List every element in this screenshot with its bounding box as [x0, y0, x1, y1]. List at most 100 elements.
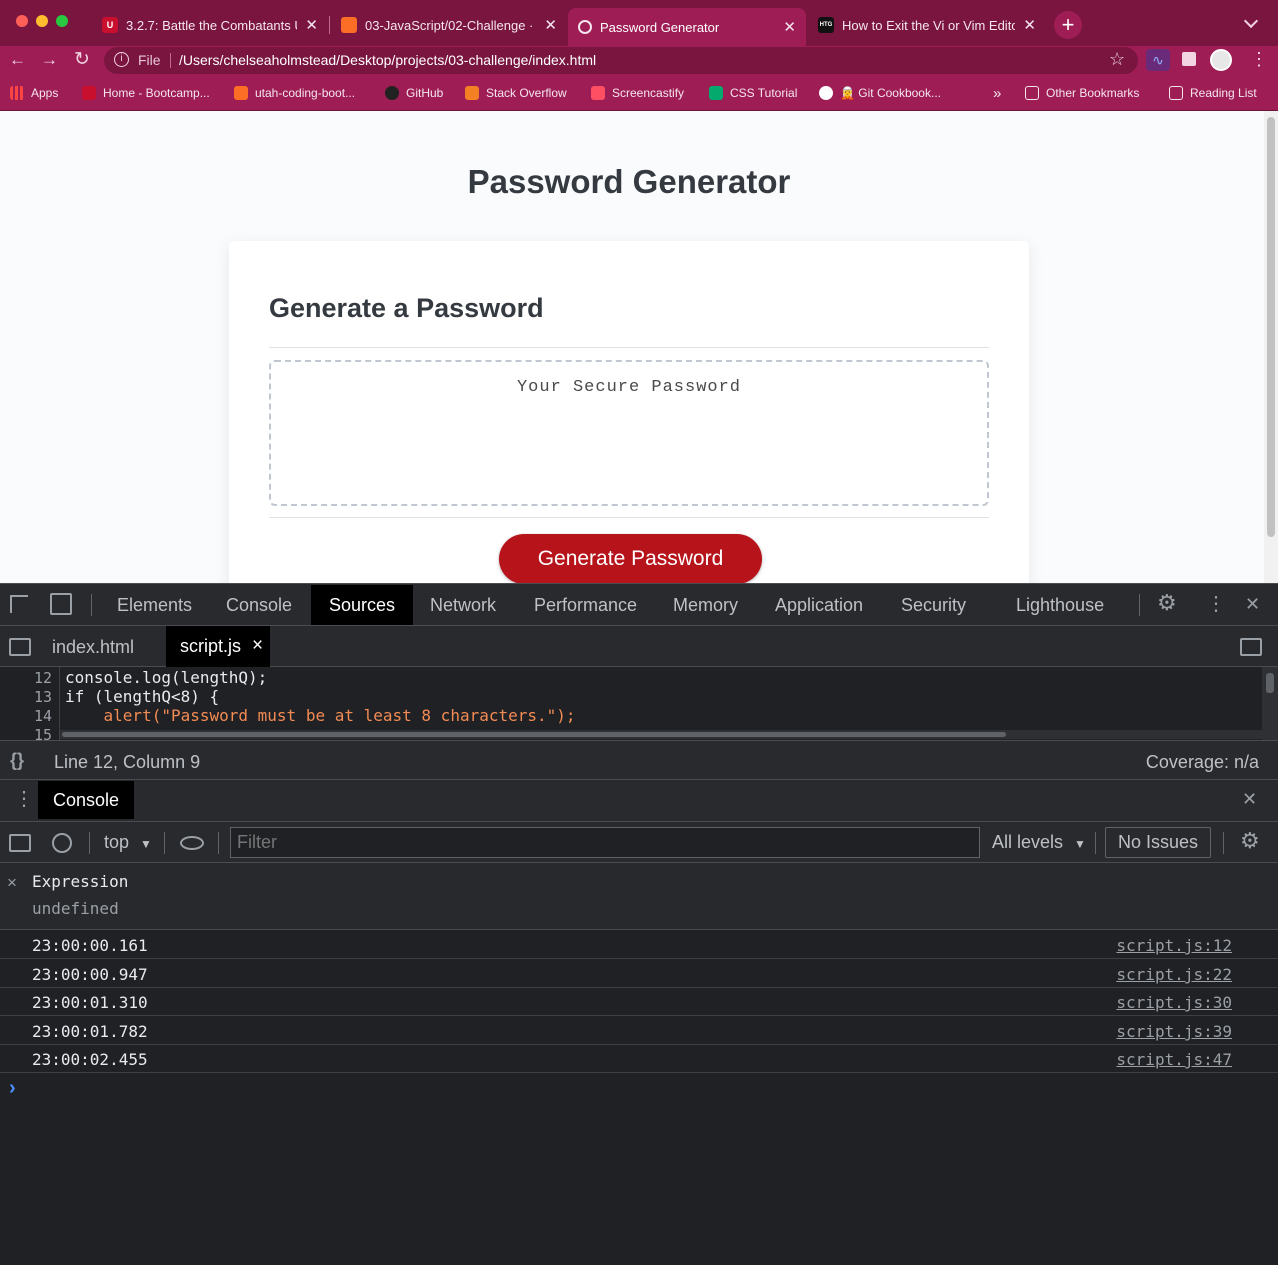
- close-drawer-icon[interactable]: ✕: [1242, 790, 1257, 808]
- browser-tab-1[interactable]: U 3.2.7: Battle the Combatants U ✕: [92, 8, 328, 42]
- reload-icon[interactable]: ↻: [74, 50, 90, 69]
- close-tab-icon[interactable]: ✕: [544, 16, 557, 34]
- tab-sources[interactable]: Sources: [311, 585, 413, 625]
- horizontal-scrollbar[interactable]: [60, 730, 1262, 739]
- toolbar-divider: [1139, 594, 1140, 616]
- console-settings-gear-icon[interactable]: ⚙: [1240, 830, 1260, 852]
- context-selector[interactable]: top ▼: [104, 832, 152, 853]
- address-url[interactable]: /Users/chelseaholmstead/Desktop/projects…: [179, 52, 596, 68]
- password-output[interactable]: [269, 360, 989, 506]
- bookmark-screencastify[interactable]: Screencastify: [591, 84, 684, 102]
- forward-arrow-icon[interactable]: →: [41, 51, 58, 68]
- close-window-button[interactable]: [16, 15, 28, 27]
- levels-label: All levels: [992, 832, 1064, 852]
- scrollbar-thumb[interactable]: [1266, 673, 1274, 693]
- close-tab-icon[interactable]: ✕: [1023, 16, 1036, 34]
- file-tab-index-html[interactable]: index.html: [52, 637, 134, 658]
- minimize-window-button[interactable]: [36, 15, 48, 27]
- close-tab-icon[interactable]: ✕: [783, 18, 796, 36]
- tab-lighthouse[interactable]: Lighthouse: [1016, 595, 1104, 616]
- issues-button[interactable]: No Issues: [1105, 827, 1212, 858]
- dropdown-arrow-icon: ▼: [1074, 837, 1086, 851]
- tab-network[interactable]: Network: [430, 595, 496, 616]
- code-line: if (lengthQ<8) {: [65, 687, 220, 706]
- tab-security[interactable]: Security: [901, 595, 966, 616]
- scrollbar-thumb[interactable]: [62, 732, 1006, 737]
- log-source-link[interactable]: script.js:12: [1116, 936, 1232, 955]
- bookmark-apps[interactable]: Apps: [10, 84, 58, 102]
- clear-console-icon[interactable]: [52, 833, 72, 853]
- log-source-link[interactable]: script.js:39: [1116, 1022, 1232, 1041]
- file-tab-script-js[interactable]: script.js ×: [166, 626, 270, 667]
- expression-value: undefined: [32, 899, 119, 918]
- live-expression-eye-icon[interactable]: [180, 836, 204, 850]
- pretty-print-icon[interactable]: {}: [10, 751, 24, 769]
- new-tab-button[interactable]: +: [1054, 11, 1082, 39]
- bookmark-other[interactable]: Other Bookmarks: [1025, 84, 1139, 102]
- drawer-tab-console[interactable]: Console: [38, 781, 134, 819]
- console-filter-input[interactable]: [230, 827, 980, 858]
- bookmark-css-tutorial[interactable]: CSS Tutorial: [709, 84, 797, 102]
- address-bar[interactable]: i File /Users/chelseaholmstead/Desktop/p…: [104, 47, 1138, 74]
- console-prompt[interactable]: ›: [0, 1075, 1278, 1265]
- bookmark-label: Stack Overflow: [486, 86, 567, 100]
- log-source-link[interactable]: script.js:22: [1116, 965, 1232, 984]
- browser-menu-icon[interactable]: ⋮: [1250, 50, 1268, 68]
- tab-elements[interactable]: Elements: [117, 595, 192, 616]
- tab-search-icon[interactable]: [1243, 13, 1259, 29]
- tab-memory[interactable]: Memory: [673, 595, 738, 616]
- tab-application[interactable]: Application: [775, 595, 863, 616]
- globe-icon: [578, 20, 592, 34]
- drawer-menu-icon[interactable]: ⋮: [14, 789, 34, 809]
- log-source-link[interactable]: script.js:30: [1116, 993, 1232, 1012]
- line-number: 14: [33, 707, 52, 725]
- tab-performance[interactable]: Performance: [534, 595, 637, 616]
- code-line: console.log(lengthQ);: [65, 668, 268, 687]
- vertical-scrollbar[interactable]: [1262, 667, 1278, 740]
- close-file-icon[interactable]: ×: [252, 635, 263, 657]
- bookmark-reading-list[interactable]: Reading List: [1169, 84, 1257, 102]
- browser-tab-2[interactable]: 03-JavaScript/02-Challenge · r ✕: [331, 8, 567, 42]
- bookmark-git-cookbook[interactable]: 🧝 Git Cookbook...: [819, 84, 941, 102]
- bookmark-home-bootcamp[interactable]: Home - Bootcamp...: [82, 84, 210, 102]
- toggle-debugger-icon[interactable]: [1240, 638, 1262, 656]
- code-editor[interactable]: 12 13 14 15 console.log(lengthQ); if (le…: [0, 667, 1278, 744]
- info-icon[interactable]: i: [114, 52, 129, 67]
- log-levels-dropdown[interactable]: All levels ▼: [992, 832, 1086, 853]
- settings-gear-icon[interactable]: ⚙: [1157, 592, 1177, 614]
- log-source-link[interactable]: script.js:47: [1116, 1050, 1232, 1069]
- back-arrow-icon[interactable]: ←: [9, 51, 26, 68]
- more-options-icon[interactable]: ⋮: [1206, 594, 1226, 614]
- bookmark-star-icon[interactable]: ☆: [1109, 49, 1125, 70]
- expression-label[interactable]: Expression: [32, 872, 128, 891]
- browser-tab-active[interactable]: Password Generator ✕: [568, 8, 806, 46]
- toolbar-divider: [89, 832, 90, 854]
- bookmark-label: Reading List: [1190, 86, 1257, 100]
- extension-audio-icon[interactable]: ∿: [1146, 49, 1170, 71]
- line-number: 12: [33, 669, 52, 687]
- generate-password-button[interactable]: Generate Password: [499, 534, 762, 583]
- remove-expression-icon[interactable]: ×: [7, 873, 17, 893]
- toggle-navigator-icon[interactable]: [9, 638, 31, 656]
- scrollbar-thumb[interactable]: [1267, 117, 1275, 537]
- address-divider: [170, 53, 171, 68]
- device-toolbar-icon[interactable]: [50, 593, 72, 615]
- bookmark-stack-overflow[interactable]: Stack Overflow: [465, 84, 567, 102]
- apps-grid-icon: [10, 86, 24, 100]
- close-devtools-icon[interactable]: ✕: [1245, 595, 1260, 613]
- zoom-window-button[interactable]: [56, 15, 68, 27]
- bookmark-github[interactable]: GitHub: [385, 84, 443, 102]
- console-message: 23:00:02.455 script.js:47: [0, 1045, 1278, 1073]
- browser-tab-4[interactable]: HTG How to Exit the Vi or Vim Editor ✕: [808, 8, 1046, 42]
- bookmarks-overflow-icon[interactable]: »: [993, 84, 1001, 102]
- reading-list-icon: [1169, 86, 1183, 100]
- bookmark-utah-coding[interactable]: utah-coding-boot...: [234, 84, 355, 102]
- extensions-puzzle-icon[interactable]: [1182, 52, 1196, 66]
- w3schools-icon: [709, 86, 723, 100]
- tab-console[interactable]: Console: [226, 595, 292, 616]
- page-scrollbar[interactable]: [1264, 111, 1278, 583]
- inspect-element-icon[interactable]: [10, 595, 28, 613]
- close-tab-icon[interactable]: ✕: [305, 16, 318, 34]
- profile-avatar[interactable]: [1210, 49, 1232, 71]
- toggle-sidebar-icon[interactable]: [9, 834, 31, 852]
